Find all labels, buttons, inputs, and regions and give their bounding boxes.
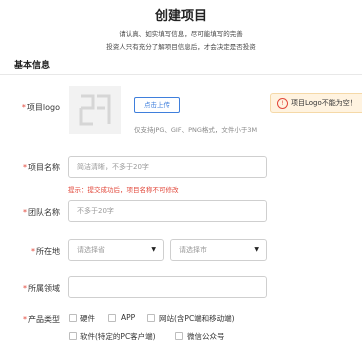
team-name-input[interactable]: 不多于20字 [68, 200, 267, 222]
checkbox-hardware-label: 硬件 [80, 314, 95, 323]
page-title: 创建项目 [154, 9, 207, 24]
field-label: *所属领域 [0, 283, 60, 294]
logo-label: *项目logo [0, 102, 60, 113]
section-title: 基本信息 [14, 61, 51, 71]
checkbox-hardware[interactable] [69, 314, 77, 322]
caret-down-icon: ▼ [151, 246, 156, 253]
project-name-input[interactable]: 简洁清晰，不多于20字 [68, 156, 267, 178]
intro-text-line1: 请认真、如实填写信息，尽可能填写的完善 [119, 30, 243, 38]
location-label-text: 所在地 [36, 247, 60, 256]
logo-placeholder-icon [79, 94, 111, 126]
product-type-label: *产品类型 [0, 314, 60, 325]
section-divider [0, 74, 362, 75]
logo-label-text: 项目logo [26, 103, 60, 112]
checkbox-website[interactable] [147, 314, 155, 322]
caret-down-icon: ▼ [254, 246, 259, 253]
checkbox-wechat[interactable] [175, 332, 183, 340]
field-input[interactable] [68, 276, 267, 298]
alert-circle-icon: ! [277, 97, 288, 109]
checkbox-wechat-label: 微信公众号 [187, 332, 225, 341]
required-mark: * [23, 163, 27, 172]
location-label: *所在地 [0, 246, 60, 257]
team-name-label-text: 团队名称 [28, 208, 60, 217]
product-type-label-text: 产品类型 [28, 315, 60, 324]
checkbox-website-label: 网站(含PC端和移动端) [159, 314, 235, 323]
checkbox-software[interactable] [69, 332, 77, 340]
required-mark: * [23, 284, 27, 293]
logo-placeholder [69, 86, 121, 134]
required-mark: * [23, 315, 27, 324]
checkbox-app-label: APP [121, 313, 136, 322]
required-mark: * [21, 103, 26, 112]
project-name-warning: 提示：提交成功后，项目名称不可修改 [68, 186, 179, 194]
logo-alert-text: 项目Logo不能为空！ [291, 99, 357, 107]
field-label-text: 所属领域 [28, 284, 60, 293]
checkbox-software-label: 软件(特定的PC客户端) [80, 332, 156, 341]
checkbox-app[interactable] [108, 314, 116, 322]
city-select[interactable]: 请选择市 ▼ [170, 239, 267, 261]
logo-alert: ! 项目Logo不能为空！ [270, 93, 362, 113]
project-name-label: *项目名称 [0, 162, 60, 173]
logo-hint: 仅支持JPG、GIF、PNG格式，文件小于3M [134, 126, 258, 134]
project-name-label-text: 项目名称 [28, 163, 60, 172]
intro-text-line2: 投资人只有充分了解项目信息后，才会决定是否投资 [106, 43, 256, 51]
province-select[interactable]: 请选择省 ▼ [68, 239, 164, 261]
required-mark: * [31, 247, 35, 256]
province-select-value: 请选择省 [77, 246, 105, 254]
team-name-label: *团队名称 [0, 207, 60, 218]
city-select-value: 请选择市 [179, 246, 207, 254]
upload-button[interactable]: 点击上传 [134, 97, 180, 113]
required-mark: * [23, 208, 27, 217]
